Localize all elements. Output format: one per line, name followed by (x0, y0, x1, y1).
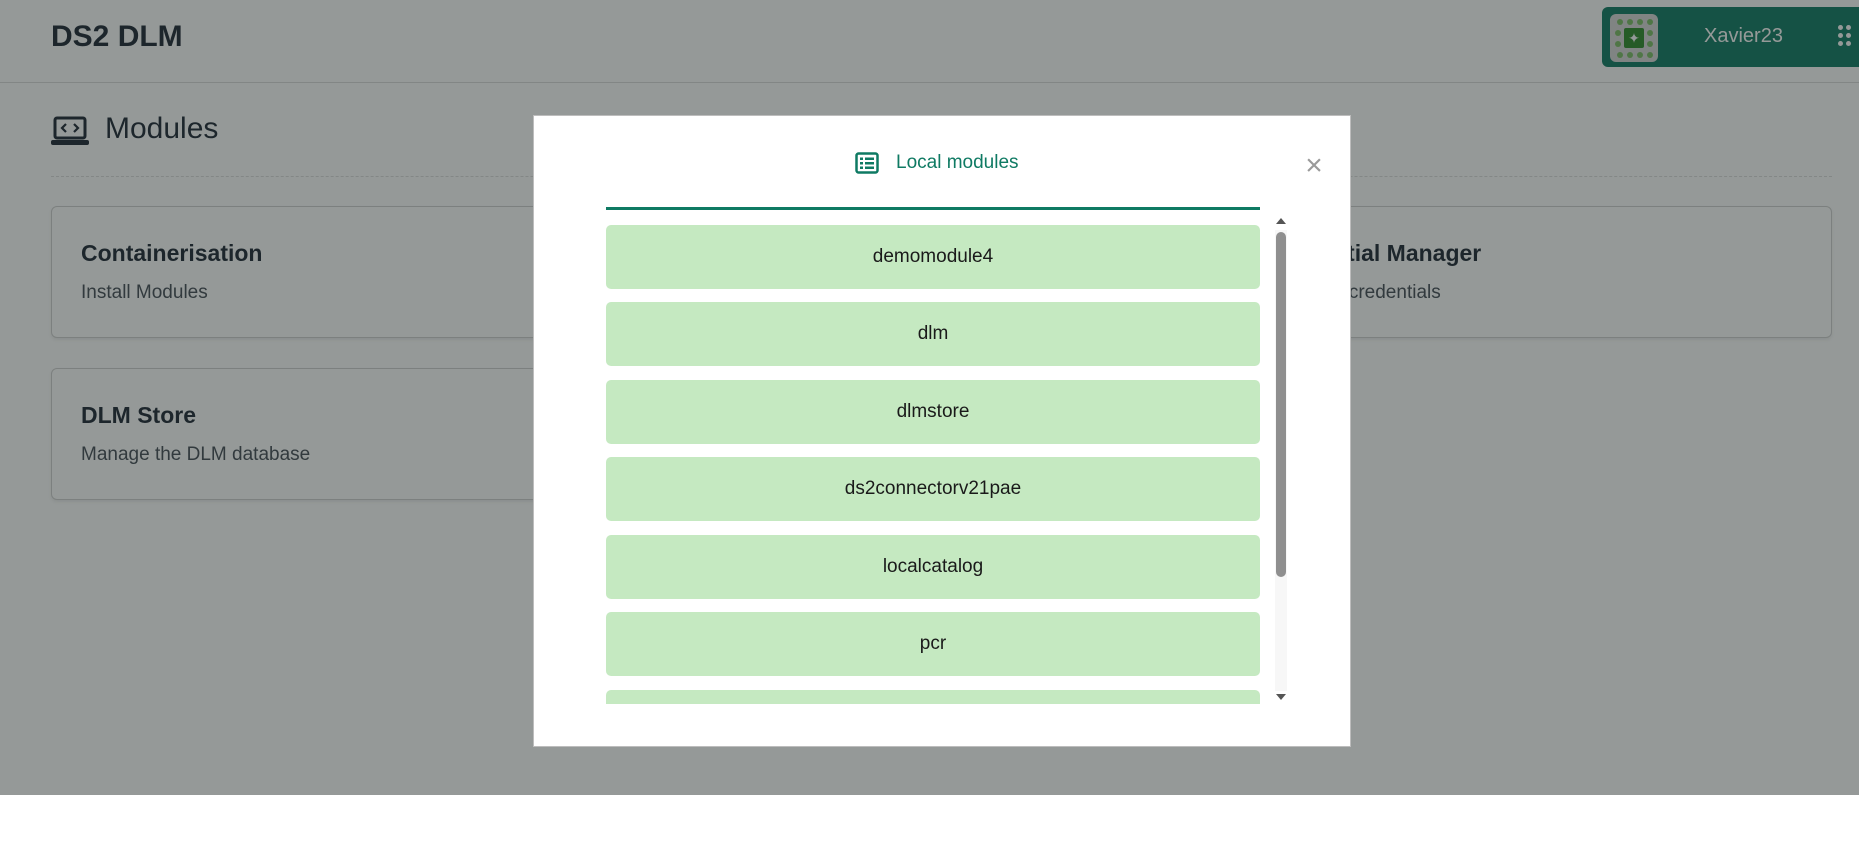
list-item[interactable]: demomodule4 (606, 225, 1260, 289)
modules-list[interactable]: demomodule4 dlm dlmstore ds2connectorv21… (606, 225, 1260, 704)
tab-label: Local modules (896, 152, 1019, 173)
tab-local-modules[interactable]: Local modules (606, 152, 1260, 210)
list-item[interactable]: pcr (606, 612, 1260, 676)
modules-scrollbar[interactable] (1271, 218, 1291, 704)
list-item[interactable]: dlmstore (606, 380, 1260, 444)
app-root: DS2 DLM ✦ Xavier23 Modules Containerisat… (0, 0, 1859, 795)
scroll-up-arrow-icon[interactable] (1276, 218, 1286, 224)
local-modules-dialog: Local modules × demomodule4 dlm dlmstore… (533, 115, 1351, 747)
scroll-thumb[interactable] (1276, 232, 1286, 577)
list-item[interactable]: ds2connectorv21pae (606, 457, 1260, 521)
list-item[interactable] (606, 690, 1260, 704)
list-item[interactable]: localcatalog (606, 535, 1260, 599)
list-item[interactable]: dlm (606, 302, 1260, 366)
list-icon (855, 152, 879, 174)
close-icon[interactable]: × (1302, 151, 1326, 181)
scroll-down-arrow-icon[interactable] (1276, 694, 1286, 700)
